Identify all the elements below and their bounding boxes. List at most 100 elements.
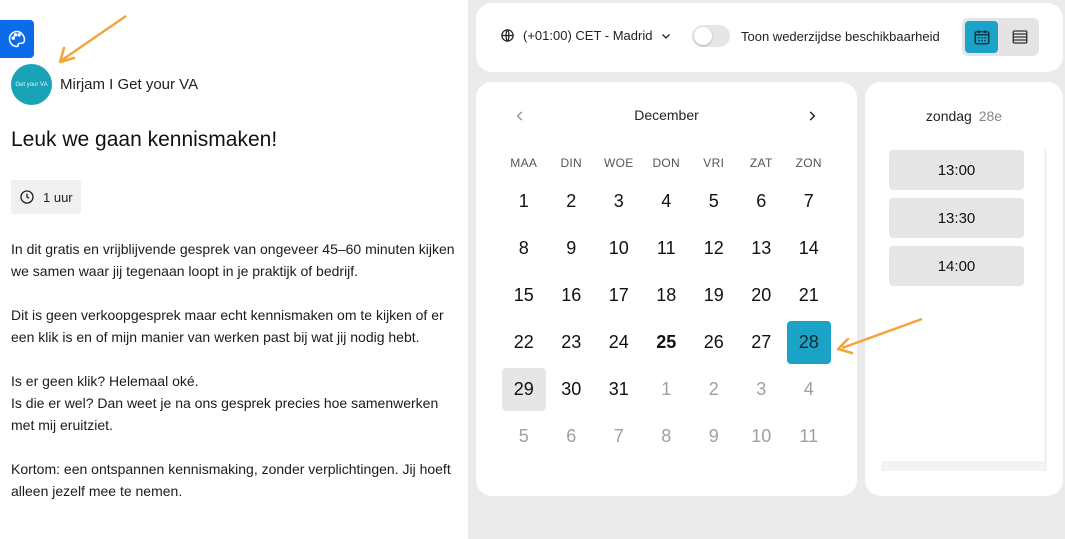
calendar-day-number: 27 (751, 332, 772, 352)
calendar-day-number: 9 (566, 238, 577, 258)
calendar-day-selected[interactable]: 28 (785, 319, 833, 366)
calendar-day[interactable]: 18 (643, 272, 691, 319)
calendar-day[interactable]: 26 (690, 319, 738, 366)
calendar-day[interactable]: 13 (738, 225, 786, 272)
chevron-down-icon (662, 33, 671, 39)
availability-toggle[interactable] (692, 25, 730, 47)
calendar-day-number: 18 (656, 285, 677, 305)
calendar-day[interactable]: 20 (738, 272, 786, 319)
booking-toolbar: (+01:00) CET - Madrid Toon wederzijdse b… (476, 3, 1063, 72)
calendar-day[interactable]: 22 (500, 319, 548, 366)
weekday-header: ZAT (749, 156, 773, 170)
calendar-day-number: 31 (608, 379, 629, 399)
calendar-day[interactable]: 2 (548, 178, 596, 225)
calendar-day[interactable]: 24 (595, 319, 643, 366)
avatar-text: Get your VA (15, 81, 48, 88)
calendar-day-number: 20 (751, 285, 772, 305)
toggle-knob (694, 27, 712, 45)
avatar: Get your VA (11, 64, 52, 105)
calendar-day-today[interactable]: 25 (643, 319, 691, 366)
calendar-day: 10 (738, 413, 786, 460)
calendar-day-number: 6 (756, 191, 767, 211)
weekday-header: WOE (603, 156, 634, 170)
calendar-day: 6 (548, 413, 596, 460)
calendar-day[interactable]: 19 (690, 272, 738, 319)
calendar-day-number: 11 (656, 238, 676, 258)
calendar-day: 2 (690, 366, 738, 413)
calendar-day-number: 6 (566, 426, 577, 446)
calendar-day: 1 (643, 366, 691, 413)
calendar-day[interactable]: 12 (690, 225, 738, 272)
calendar-day[interactable]: 11 (643, 225, 691, 272)
calendar-day: 5 (500, 413, 548, 460)
calendar-day-number: 13 (751, 238, 772, 258)
calendar-day-number: 1 (518, 191, 529, 211)
duration-text: 1 uur (43, 189, 73, 205)
event-title: Leuk we gaan kennismaken! (11, 128, 278, 151)
calendar-day[interactable]: 23 (548, 319, 596, 366)
next-month-button[interactable] (800, 104, 824, 128)
calendar-day-number: 5 (708, 191, 719, 211)
calendar-day-number: 2 (708, 379, 719, 399)
calendar-day-number: 29 (501, 368, 546, 411)
calendar-day[interactable]: 6 (738, 178, 786, 225)
calendar-day-number: 10 (608, 238, 629, 258)
time-slot-button[interactable]: 13:00 (889, 150, 1024, 190)
calendar-day[interactable]: 7 (785, 178, 833, 225)
calendar-day-number: 28 (786, 321, 831, 364)
calendar-day-number: 10 (751, 426, 772, 446)
palette-icon (8, 30, 26, 48)
description-paragraph: In dit gratis en vrijblijvende gesprek v… (11, 241, 455, 279)
calendar-day[interactable]: 16 (548, 272, 596, 319)
calendar-day-number: 24 (608, 332, 629, 352)
chevron-right-icon (809, 111, 816, 121)
time-slot-list: 13:00 13:30 14:00 (881, 149, 1047, 471)
calendar-day[interactable]: 9 (548, 225, 596, 272)
event-info-panel: Get your VA Mirjam I Get your VA Leuk we… (0, 0, 468, 539)
calendar-day-number: 8 (518, 238, 529, 258)
event-description: In dit gratis en vrijblijvende gesprek v… (11, 238, 456, 524)
calendar-day[interactable]: 31 (595, 366, 643, 413)
time-slot-button[interactable]: 13:30 (889, 198, 1024, 238)
calendar-day-number: 12 (703, 238, 724, 258)
calendar-day[interactable]: 17 (595, 272, 643, 319)
list-view-button[interactable] (1003, 21, 1036, 53)
calendar-day-number: 30 (561, 379, 582, 399)
calendar-day[interactable]: 4 (643, 178, 691, 225)
calendar-day[interactable]: 27 (738, 319, 786, 366)
timezone-select[interactable]: (+01:00) CET - Madrid (500, 28, 672, 43)
calendar-day-number: 3 (613, 191, 624, 211)
time-slot-button[interactable]: 14:00 (889, 246, 1024, 286)
calendar-day[interactable]: 30 (548, 366, 596, 413)
calendar-day[interactable]: 10 (595, 225, 643, 272)
calendar-icon (974, 30, 989, 45)
calendar-day-number: 4 (803, 379, 814, 399)
calendar-day[interactable]: 29 (500, 366, 548, 413)
calendar-day[interactable]: 15 (500, 272, 548, 319)
timezone-label: (+01:00) CET - Madrid (523, 28, 653, 43)
calendar-view-button[interactable] (965, 21, 998, 53)
calendar-day-number: 4 (661, 191, 672, 211)
calendar-day-number: 3 (756, 379, 767, 399)
calendar-day[interactable]: 5 (690, 178, 738, 225)
time-slot-panel: zondag 28e 13:00 13:30 14:00 (865, 82, 1063, 496)
weekday-header: ZON (795, 156, 822, 170)
view-switcher (962, 18, 1039, 56)
weekday-header: DON (652, 156, 681, 170)
calendar-day[interactable]: 21 (785, 272, 833, 319)
calendar-day[interactable]: 8 (500, 225, 548, 272)
date-picker: December MAA DIN WOE DON VRI ZAT ZON 1 2 3 4 5 6 7 8 9 1… (476, 82, 857, 496)
calendar-day[interactable]: 14 (785, 225, 833, 272)
calendar-day-number: 25 (656, 332, 677, 352)
calendar-day-number: 26 (703, 332, 724, 352)
calendar-day-number: 11 (799, 426, 819, 446)
calendar-day: 11 (785, 413, 833, 460)
calendar-day: 9 (690, 413, 738, 460)
calendar-day-number: 17 (608, 285, 629, 305)
selected-day-heading: zondag 28e (865, 108, 1063, 124)
calendar-day-number: 5 (518, 426, 529, 446)
calendar-day[interactable]: 1 (500, 178, 548, 225)
selected-day-name: zondag (925, 108, 972, 124)
palette-button[interactable] (0, 20, 34, 58)
calendar-day[interactable]: 3 (595, 178, 643, 225)
